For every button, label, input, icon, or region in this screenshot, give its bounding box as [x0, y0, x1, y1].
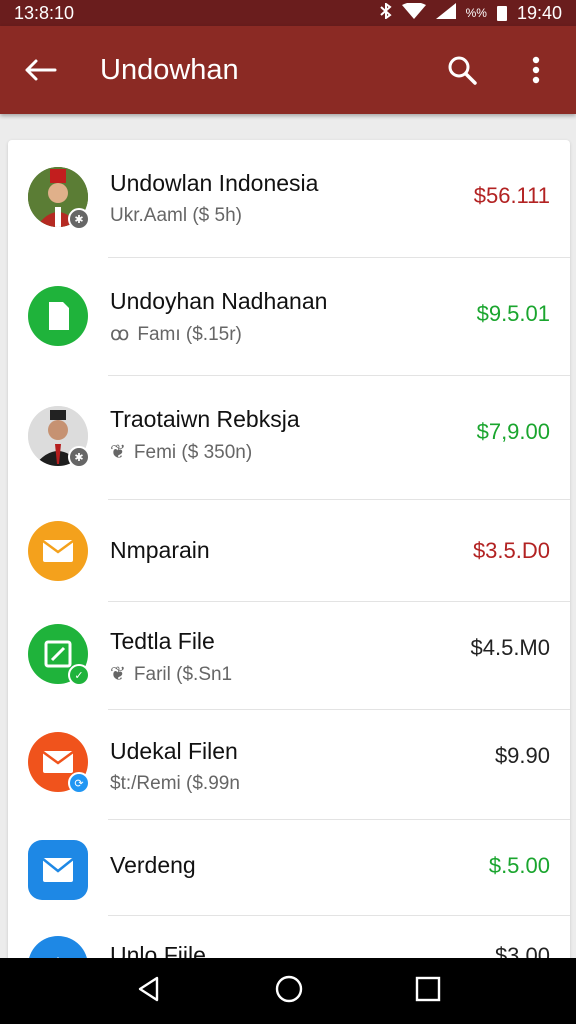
nav-back-icon[interactable]: [135, 975, 163, 1008]
item-subtitle: ꝏ Famı ($.15r): [110, 324, 242, 345]
send-mail-icon: [28, 840, 88, 900]
battery-icon: [496, 5, 507, 21]
status-icons: %% 19:40: [379, 1, 562, 24]
list-item[interactable]: ⟳ Udekal Filen $t:/Remi ($.99n $9.90: [8, 710, 570, 820]
item-amount: $56.111: [473, 183, 550, 208]
list-item[interactable]: ✱ Undowlan Indonesia Ukr.Aaml ($ 5h) $56…: [8, 140, 570, 258]
item-title: Undowlan Indonesia: [110, 170, 319, 196]
gear-icon: ✱: [68, 446, 90, 468]
item-title: Traotaiwn Rebksja: [110, 406, 300, 432]
check-icon: ✓: [68, 664, 90, 686]
item-amount: $.5.00: [488, 853, 550, 878]
page-title: Undowhan: [100, 53, 239, 86]
item-amount: $7,9.00: [476, 419, 550, 444]
status-time-left: 13:8:10: [14, 2, 75, 23]
list-item[interactable]: Nmparain $3.5.D0: [8, 500, 570, 602]
item-title: Verdeng: [110, 852, 196, 878]
battery-percent: %%: [465, 6, 487, 20]
item-subtitle: ❦ Faril ($.Sn1: [110, 664, 233, 685]
item-amount: $9.90: [494, 743, 550, 768]
item-title: Tedtla File: [110, 628, 215, 654]
document-icon: [28, 286, 88, 346]
item-amount: $3.5.D0: [472, 538, 550, 563]
list-item[interactable]: ✓ Tedtla File ❦ Faril ($.Sn1 $4.5.M0: [8, 602, 570, 710]
nav-recents-icon[interactable]: [415, 976, 441, 1007]
item-subtitle: Ukr.Aaml ($ 5h): [110, 205, 242, 226]
mail-icon: [28, 521, 88, 581]
signal-icon: [435, 2, 456, 24]
item-subtitle: $t:/Remi ($.99n: [110, 773, 240, 794]
more-vert-icon[interactable]: [516, 50, 556, 90]
item-title: Udekal Filen: [110, 738, 238, 764]
back-arrow-icon[interactable]: [20, 50, 60, 90]
sync-icon: ⟳: [68, 772, 90, 794]
bluetooth-icon: [379, 1, 392, 24]
status-time-right: 19:40: [516, 2, 562, 23]
list-item[interactable]: ✱ Traotaiwn Rebksja ❦ Femi ($ 350n) $7,9.…: [8, 376, 570, 500]
item-amount: $9.5.01: [476, 301, 550, 326]
search-icon[interactable]: [442, 50, 482, 90]
nav-home-icon[interactable]: [274, 974, 304, 1009]
item-title: Undoyhan Nadhanan: [110, 288, 328, 314]
gear-icon: ✱: [68, 208, 90, 230]
leaf-icon: ❦: [110, 442, 126, 463]
leaf-icon: ❦: [110, 664, 126, 685]
navigation-bar: [0, 958, 576, 1024]
item-title: Nmparain: [110, 537, 210, 563]
item-subtitle: ❦ Femi ($ 350n): [110, 442, 253, 463]
list-item[interactable]: Verdeng $.5.00: [8, 820, 570, 916]
people-icon: ꝏ: [110, 324, 130, 345]
status-bar: 13:8:10 %% 19:40: [0, 0, 576, 26]
item-amount: $4.5.M0: [470, 635, 551, 660]
list-item[interactable]: Undoyhan Nadhanan ꝏ Famı ($.15r) $9.5.01: [8, 258, 570, 376]
app-bar: Undowhan: [0, 26, 576, 114]
wifi-icon: [401, 1, 426, 24]
list-card: ✱ Undowlan Indonesia Ukr.Aaml ($ 5h) $56…: [8, 140, 570, 970]
